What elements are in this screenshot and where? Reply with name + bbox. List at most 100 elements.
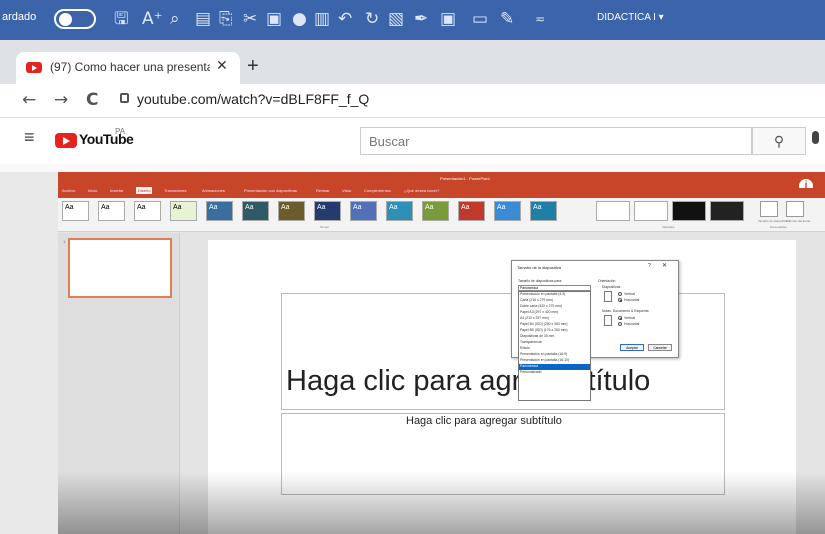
background-format-label: Formato del fondo <box>786 219 811 223</box>
ppt-tab[interactable]: Revisar <box>316 188 330 193</box>
theme-thumbnail[interactable]: Aa <box>98 201 125 221</box>
ppt-tab[interactable]: ¿Qué desea hacer? <box>404 188 439 193</box>
save-icon[interactable]: 🖫 <box>114 8 128 30</box>
theme-thumbnail[interactable]: Aa <box>350 201 377 221</box>
font-size-icon[interactable]: A⁺ <box>142 8 163 30</box>
ppt-tab-selected[interactable]: Diseño <box>136 187 153 194</box>
copy-icon[interactable]: ⎘ <box>219 8 233 30</box>
theme-thumbnail[interactable]: Aa <box>386 201 413 221</box>
background-format-button[interactable] <box>786 201 804 217</box>
hamburger-menu-icon[interactable]: ≡ <box>24 127 35 148</box>
format-icon[interactable]: ▤ <box>195 8 211 30</box>
variant-thumbnail[interactable] <box>710 201 744 221</box>
help-icon[interactable]: ? <box>648 263 651 269</box>
youtube-brand[interactable]: YouTube <box>79 131 134 147</box>
variant-thumbnail[interactable] <box>596 201 630 221</box>
search-input[interactable]: Buscar <box>360 127 752 155</box>
slides-horizontal-radio[interactable] <box>618 298 622 302</box>
document-title[interactable]: DIDACTICA I ▾ <box>597 12 664 23</box>
redo-icon[interactable]: ↻ <box>365 8 379 30</box>
search-button[interactable]: ⚲ <box>752 127 806 155</box>
reload-icon[interactable]: C <box>86 90 98 110</box>
theme-thumbnail[interactable]: Aa <box>314 201 341 221</box>
cut-icon[interactable]: ✂ <box>243 8 257 30</box>
close-icon[interactable]: ✕ <box>662 262 667 269</box>
slide-thumbnail[interactable] <box>68 238 172 298</box>
youtube-logo-icon[interactable] <box>55 133 77 148</box>
tab-close-icon[interactable]: ✕ <box>216 57 228 74</box>
accept-button[interactable]: Aceptar <box>620 344 644 351</box>
variants-group-label: Variantes <box>662 225 675 229</box>
folder-icon[interactable]: ▭ <box>472 8 488 30</box>
lock-icon[interactable] <box>120 93 129 103</box>
ppt-tab[interactable]: Insertar <box>110 188 124 193</box>
ppt-ribbon: Aa Aa Aa Aa Aa Aa Aa Aa Aa Aa Aa Aa Aa A… <box>58 198 825 232</box>
title-placeholder[interactable]: Haga clic para agregar título <box>286 365 650 398</box>
record-icon[interactable]: ● <box>292 8 307 30</box>
slides-horizontal-label: Horizontal <box>624 298 640 302</box>
more-icon[interactable]: ≂ <box>535 8 545 30</box>
themes-group-label: Temas <box>320 225 329 229</box>
ppt-tab[interactable]: Presentación con diapositivas <box>244 188 297 193</box>
undo-icon[interactable]: ↶ <box>338 8 352 30</box>
portrait-page-icon <box>604 291 612 302</box>
ppt-window-title: Presentación1 - PowerPoint <box>440 176 490 181</box>
video-player[interactable]: Presentación1 - PowerPoint i Archivo Ini… <box>58 172 825 534</box>
search-button-icon: ⚲ <box>773 133 785 149</box>
slide-size-button[interactable] <box>760 201 778 217</box>
theme-thumbnail[interactable]: Aa <box>206 201 233 221</box>
variant-thumbnail[interactable] <box>634 201 668 221</box>
tab-title: (97) Como hacer una presentació <box>50 60 210 74</box>
autosave-toggle[interactable] <box>54 9 96 29</box>
ppt-ribbon-tabs: Archivo Inicio Insertar Diseño Transicio… <box>58 187 825 198</box>
theme-thumbnail[interactable]: Aa <box>170 201 197 221</box>
notes-vertical-radio[interactable] <box>618 316 622 320</box>
subtitle-placeholder[interactable]: Haga clic para agregar subtítulo <box>406 415 562 427</box>
ppt-tab[interactable]: Vista <box>342 188 351 193</box>
notes-vertical-label: Vertical <box>624 316 636 320</box>
text-box-icon[interactable]: ▣ <box>266 8 282 30</box>
youtube-favicon-icon <box>26 62 42 73</box>
theme-thumbnail[interactable]: Aa <box>134 201 161 221</box>
notes-horizontal-radio[interactable] <box>618 322 622 326</box>
ppt-tab[interactable]: Archivo <box>62 188 75 193</box>
cancel-button[interactable]: Cancelar <box>648 344 672 351</box>
theme-thumbnail[interactable]: Aa <box>422 201 449 221</box>
ppt-tab[interactable]: Animaciones <box>202 188 225 193</box>
ppt-tab[interactable]: Transiciones <box>164 188 187 193</box>
quick-access-toolbar: ardado 🖫 A⁺ ⌕ ▤ ⎘ ✂ ▣ ● ▥ ↶ ↻ ▧ ✒ ▣ ▭ ✎ … <box>0 0 825 40</box>
theme-thumbnail[interactable]: Aa <box>458 201 485 221</box>
slide-size-dropdown[interactable]: Presentación en pantalla (4:3) Carta (21… <box>518 291 591 401</box>
back-icon[interactable]: ← <box>22 90 36 110</box>
microphone-icon[interactable] <box>812 131 819 144</box>
country-code: PA <box>115 127 126 136</box>
image-icon[interactable]: ▧ <box>388 8 404 30</box>
url-field[interactable]: youtube.com/watch?v=dBLF8FF_f_Q <box>137 91 369 107</box>
variant-thumbnail[interactable] <box>672 201 706 221</box>
theme-thumbnail[interactable]: Aa <box>278 201 305 221</box>
slides-vertical-label: Vertical <box>624 292 636 296</box>
search-icon[interactable]: ⌕ <box>170 8 180 30</box>
new-tab-button[interactable]: + <box>247 55 259 78</box>
ppt-tab[interactable]: Inicio <box>88 188 97 193</box>
theme-thumbnail[interactable]: Aa <box>62 201 89 221</box>
theme-thumbnail[interactable]: Aa <box>242 201 269 221</box>
slide-size-dialog: Tamaño de la diapositiva ? ✕ Tamaño de d… <box>511 260 679 401</box>
autosave-label: ardado <box>2 11 37 23</box>
paste-icon[interactable]: ▥ <box>314 8 330 30</box>
browser-tab[interactable]: (97) Como hacer una presentació ✕ <box>16 52 240 84</box>
theme-thumbnail[interactable]: Aa <box>530 201 557 221</box>
ppt-tab[interactable]: Complementos <box>364 188 391 193</box>
slides-vertical-radio[interactable] <box>618 292 622 296</box>
spacer <box>0 164 825 172</box>
highlighter-icon[interactable]: ✎ <box>500 8 514 30</box>
text-icon[interactable]: ▣ <box>440 8 456 30</box>
search-placeholder: Buscar <box>369 134 410 149</box>
dropdown-option[interactable]: Personalizado <box>519 370 590 376</box>
pen-icon[interactable]: ✒ <box>414 8 428 30</box>
slides-label: Diapositivas <box>602 285 621 289</box>
theme-thumbnail[interactable]: Aa <box>494 201 521 221</box>
forward-icon[interactable]: → <box>54 90 68 110</box>
notes-horizontal-label: Horizontal <box>624 322 640 326</box>
orientation-label: Orientación <box>598 279 616 283</box>
